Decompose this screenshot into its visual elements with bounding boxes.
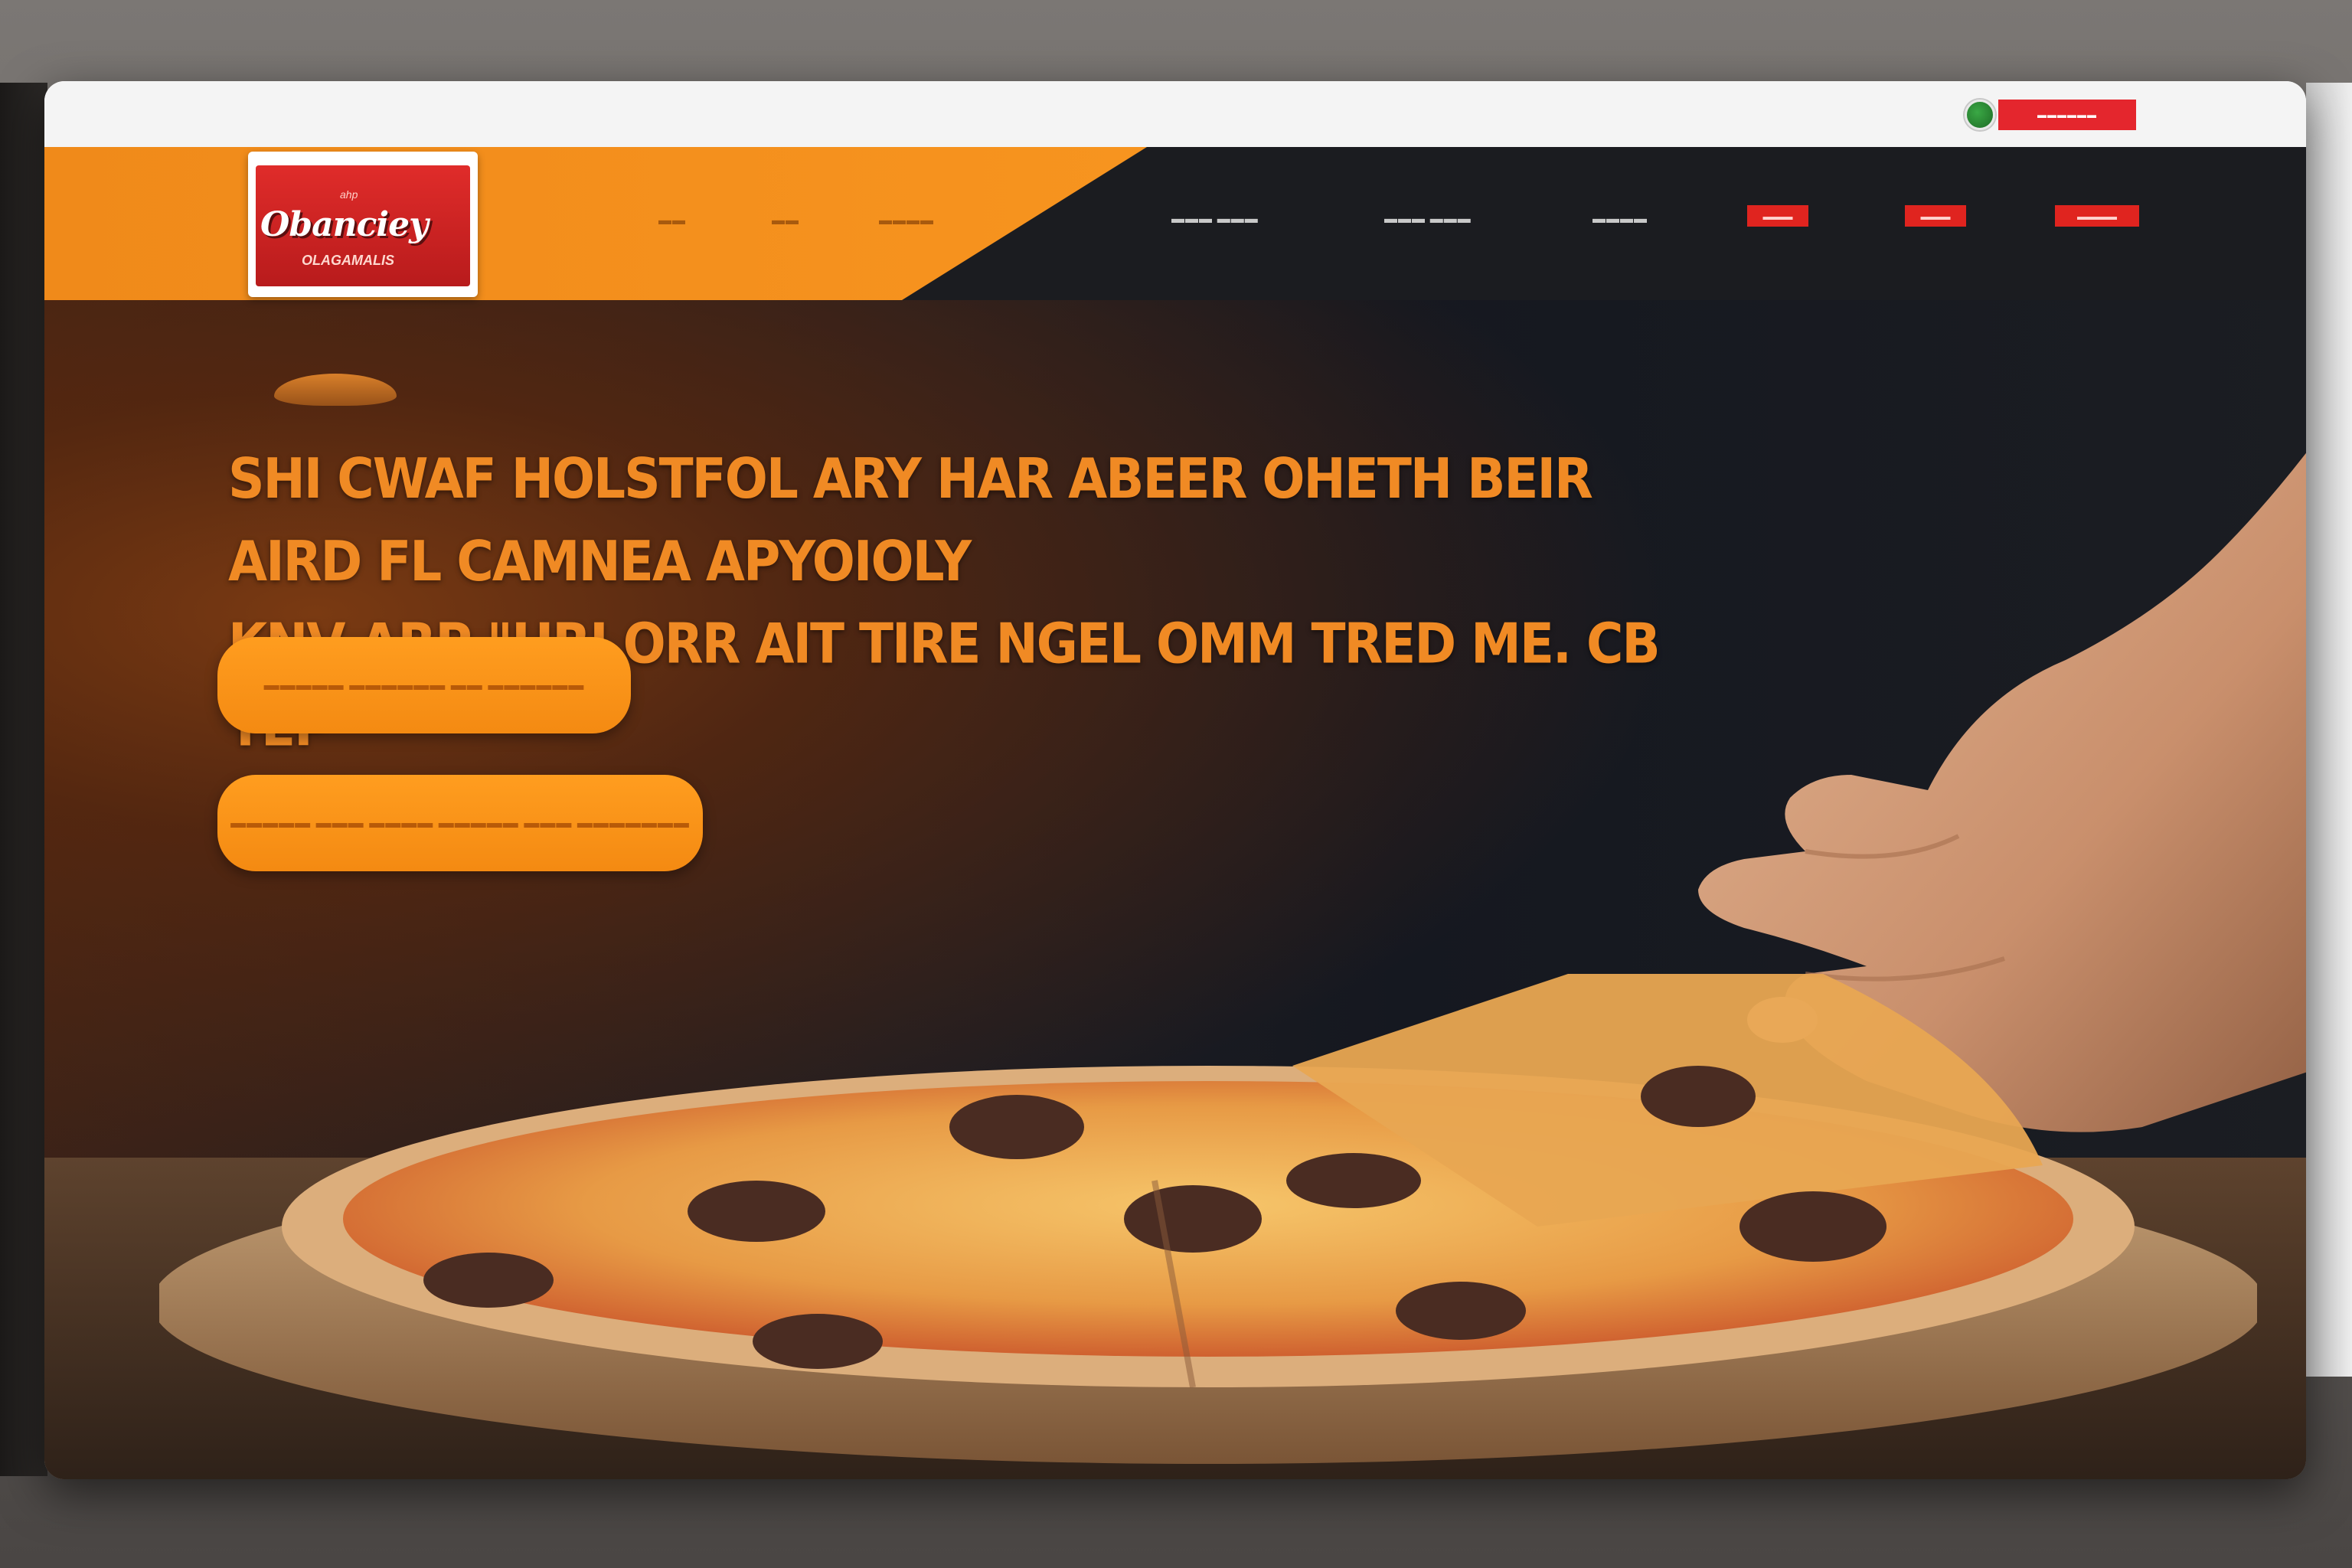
cta-secondary-button[interactable]: ▬▬▬▬▬ ▬▬▬ ▬▬▬▬ ▬▬▬▬▬ ▬▬▬ ▬▬▬▬▬▬▬ [217,775,703,871]
logo-tag: ahp [340,188,358,201]
left-edge-shadow [0,83,47,1476]
right-edge [2306,83,2352,1377]
nav-red-button-3[interactable]: ▬▬▬▬ [2055,205,2139,227]
language-button[interactable]: ▬▬▬▬▬▬ [1998,100,2136,130]
nav-link-4[interactable]: ▬▬▬ ▬▬▬ [1171,211,1259,227]
nav-red-button-2[interactable]: ▬▬▬ [1905,205,1966,227]
browser-window: ▬▬▬▬▬▬ ahp Obanciey OLAGAMALIS ▬▬ ▬▬ ▬▬▬… [44,81,2306,1479]
nav-link-5[interactable]: ▬▬▬ ▬▬▬ [1384,211,1472,227]
navbar: ahp Obanciey OLAGAMALIS ▬▬ ▬▬ ▬▬▬▬ ▬▬▬ ▬… [44,147,2306,300]
browser-top-bar: ▬▬▬▬▬▬ [44,81,2306,147]
pizza-image [159,974,2257,1464]
website: ahp Obanciey OLAGAMALIS ▬▬ ▬▬ ▬▬▬▬ ▬▬▬ ▬… [44,147,2306,1479]
nav-link-2[interactable]: ▬▬ [772,213,799,228]
nav-link-1[interactable]: ▬▬ [658,213,686,228]
nav-link-6[interactable]: ▬▬▬▬ [1592,211,1648,227]
navbar-orange-panel [44,147,1147,300]
nav-link-3[interactable]: ▬▬▬▬ [879,213,934,228]
logo-title: Obanciey [260,205,429,244]
logo-subtitle: OLAGAMALIS [302,253,394,268]
brand-logo[interactable]: ahp Obanciey OLAGAMALIS [248,152,478,297]
nav-red-button-1[interactable]: ▬▬▬ [1747,205,1808,227]
hero-ornament-icon [274,374,397,406]
logo-badge: ahp Obanciey OLAGAMALIS [256,165,470,286]
cta-primary-button[interactable]: ▬▬▬▬▬ ▬▬▬▬▬▬ ▬▬ ▬▬▬▬▬▬ [217,637,631,733]
language-flag-icon[interactable] [1965,100,1995,130]
